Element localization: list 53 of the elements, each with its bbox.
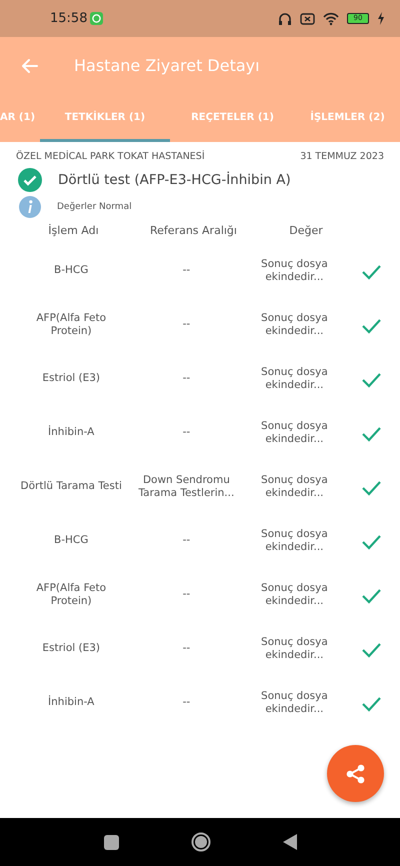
table-cell: -- (182, 696, 190, 710)
home-button[interactable] (190, 832, 210, 852)
result-note: Değerler Normal (57, 200, 132, 214)
charging-icon (377, 12, 384, 25)
check-circle-icon (18, 168, 42, 192)
table-cell: -- (182, 318, 190, 332)
share-button[interactable] (327, 745, 384, 802)
tab[interactable]: İŞLEMLER (2) (295, 95, 400, 142)
table-cell: Dörtlü Tarama Testi (20, 480, 122, 494)
table-cell: B-HCG (54, 534, 88, 548)
tab[interactable]: TETKİKLER (1) (40, 95, 170, 142)
chat-app-icon (90, 12, 104, 25)
status-time: 15:58 (50, 10, 88, 28)
table-cell-text: Sonuç dosya ekindedir... (260, 582, 329, 609)
share-icon (346, 764, 365, 784)
tab[interactable]: AR (1) (0, 95, 40, 142)
table-cell: -- (182, 372, 190, 386)
table-cell: Estriol (E3) (42, 642, 100, 656)
table-cell: -- (182, 264, 190, 278)
column-header: Değer (289, 224, 323, 237)
tab[interactable]: REÇETELER (1) (170, 95, 295, 142)
table-cell-text: Sonuç dosya ekindedir... (260, 636, 329, 663)
table-cell-text: Down Sendromu Tarama Testlerin... (137, 474, 236, 501)
table-cell: Estriol (E3) (42, 372, 100, 386)
table-cell-text: Sonuç dosya ekindedir... (260, 474, 329, 501)
table-cell-text: Sonuç dosya ekindedir... (260, 312, 329, 339)
table-cell-text: Sonuç dosya ekindedir... (260, 366, 329, 393)
table-cell: -- (182, 642, 190, 656)
headphones-icon (278, 12, 292, 25)
recents-button[interactable] (104, 834, 118, 850)
table-cell-text: AFP(Alfa Feto Protein) (35, 312, 108, 339)
table-cell-text: Sonuç dosya ekindedir... (260, 420, 329, 447)
table-cell-text: AFP(Alfa Feto Protein) (35, 582, 108, 609)
column-header: İşlem Adı (48, 224, 99, 237)
table-cell-text: Sonuç dosya ekindedir... (260, 528, 329, 555)
table-cell: -- (182, 588, 190, 602)
back-arrow-icon (20, 57, 38, 75)
test-name: Dörtlü test (AFP-E3-HCG-İnhibin A) (58, 170, 291, 190)
column-header: Referans Aralığı (150, 224, 237, 237)
table-cell-text: Sonuç dosya ekindedir... (260, 258, 329, 285)
table-cell: İnhibin-A (48, 426, 94, 440)
table-cell: -- (182, 534, 190, 548)
table-cell: -- (182, 426, 190, 440)
hospital-name: ÖZEL MEDİCAL PARK TOKAT HASTANESİ (16, 150, 205, 164)
visit-date: 31 TEMMUZ 2023 (300, 150, 384, 164)
screen-title: Hastane Ziyaret Detayı (74, 55, 260, 77)
wifi-icon (323, 12, 339, 26)
back-nav-button[interactable] (282, 834, 296, 850)
no-sim-icon (300, 12, 315, 26)
table-cell: İnhibin-A (48, 696, 94, 710)
table-cell-text: Sonuç dosya ekindedir... (260, 690, 329, 717)
info-icon (19, 196, 41, 218)
table-cell: B-HCG (54, 264, 88, 278)
